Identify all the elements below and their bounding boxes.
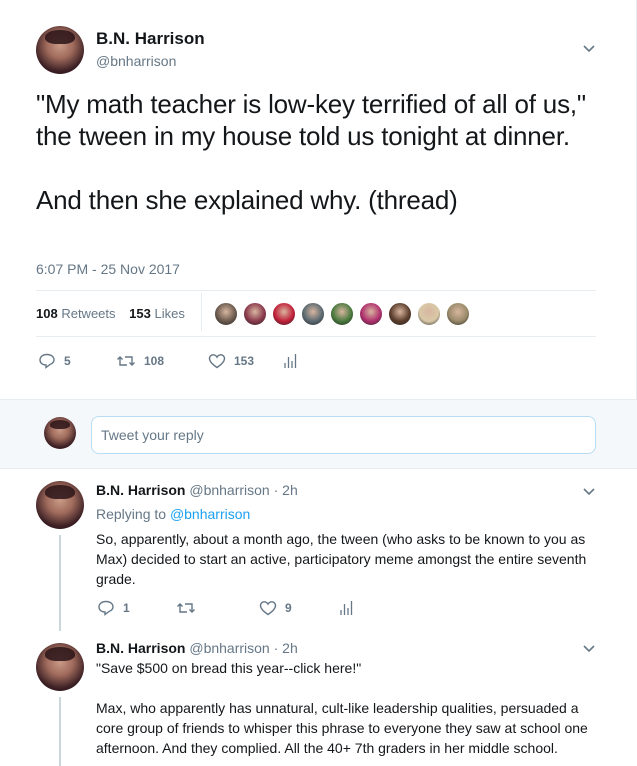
tweet-header: B.N. Harrison @bnharrison · 2h: [96, 640, 298, 656]
avatar[interactable]: [36, 481, 84, 529]
author-name[interactable]: B.N. Harrison: [96, 640, 185, 656]
reply-icon: [98, 600, 114, 616]
tweet-actions: 1 9: [97, 600, 361, 616]
reply-composer: Tweet your reply: [0, 399, 637, 469]
like-button[interactable]: 153: [208, 353, 283, 369]
author-handle[interactable]: @bnharrison: [96, 53, 176, 69]
retweet-button[interactable]: 108: [116, 353, 208, 369]
retweet-icon: [177, 603, 195, 613]
analytics-button[interactable]: [283, 353, 305, 369]
tweet-time[interactable]: · 2h: [274, 482, 298, 498]
retweet-button[interactable]: [176, 600, 259, 616]
thread-line: [59, 535, 61, 631]
tweet-text: So, apparently, about a month ago, the t…: [96, 531, 587, 587]
liker-avatar[interactable]: [243, 302, 267, 326]
tweet-time[interactable]: · 2h: [274, 640, 298, 656]
analytics-icon: [284, 354, 297, 368]
liker-avatar[interactable]: [388, 302, 412, 326]
thread-tweet[interactable]: B.N. Harrison @bnharrison · 2h Replying …: [0, 469, 637, 631]
author-handle[interactable]: @bnharrison: [189, 482, 269, 498]
chevron-down-icon[interactable]: [582, 44, 596, 54]
analytics-icon: [340, 601, 353, 615]
reply-count: 5: [64, 354, 71, 368]
chevron-down-icon[interactable]: [582, 644, 596, 654]
liker-avatar[interactable]: [359, 302, 383, 326]
analytics-button[interactable]: [339, 600, 361, 616]
avatar: [44, 417, 76, 449]
tweet-text: "Save $500 on bread this year--click her…: [96, 660, 588, 756]
tweet-header: B.N. Harrison @bnharrison · 2h: [96, 482, 298, 498]
heart-icon: [208, 354, 226, 369]
retweets-stat[interactable]: 108 Retweets: [36, 306, 116, 321]
like-count: 9: [285, 601, 292, 615]
like-count: 153: [234, 354, 255, 368]
likes-stat[interactable]: 153 Likes: [129, 306, 185, 321]
replying-to-link[interactable]: @bnharrison: [170, 506, 250, 522]
reply-button[interactable]: 5: [38, 353, 116, 369]
retweet-count: 108: [144, 354, 165, 368]
replying-to: Replying to @bnharrison: [96, 506, 251, 522]
divider: [201, 293, 202, 331]
thread-line: [59, 697, 61, 766]
author-name[interactable]: B.N. Harrison: [96, 482, 185, 498]
reply-count: 1: [123, 601, 130, 615]
tweet-actions: 5 108 153: [38, 353, 305, 369]
liker-avatar[interactable]: [330, 302, 354, 326]
heart-icon: [259, 601, 277, 616]
thread-tweet[interactable]: B.N. Harrison @bnharrison · 2h "Save $50…: [0, 631, 637, 766]
retweet-icon: [117, 356, 135, 366]
liker-avatar[interactable]: [214, 302, 238, 326]
tweet-text: "My math teacher is low-key terrified of…: [36, 89, 586, 215]
main-tweet: B.N. Harrison @bnharrison "My math teach…: [0, 0, 637, 399]
liker-avatar[interactable]: [272, 302, 296, 326]
avatar[interactable]: [36, 643, 84, 691]
liker-avatar[interactable]: [301, 302, 325, 326]
reply-button[interactable]: 1: [97, 600, 176, 616]
liker-avatar[interactable]: [446, 302, 470, 326]
chevron-down-icon[interactable]: [582, 487, 596, 497]
reply-icon: [39, 353, 55, 369]
author-name[interactable]: B.N. Harrison: [96, 29, 205, 49]
divider: [36, 290, 596, 291]
engagement-stats: 108 Retweets 153 Likes: [36, 306, 195, 321]
like-button[interactable]: 9: [259, 600, 339, 616]
divider: [36, 336, 596, 337]
likers-avatars: [214, 302, 475, 328]
liker-avatar[interactable]: [417, 302, 441, 326]
reply-input[interactable]: Tweet your reply: [91, 416, 596, 454]
avatar[interactable]: [36, 26, 84, 74]
author-handle[interactable]: @bnharrison: [189, 640, 269, 656]
tweet-timestamp[interactable]: 6:07 PM - 25 Nov 2017: [36, 261, 180, 277]
